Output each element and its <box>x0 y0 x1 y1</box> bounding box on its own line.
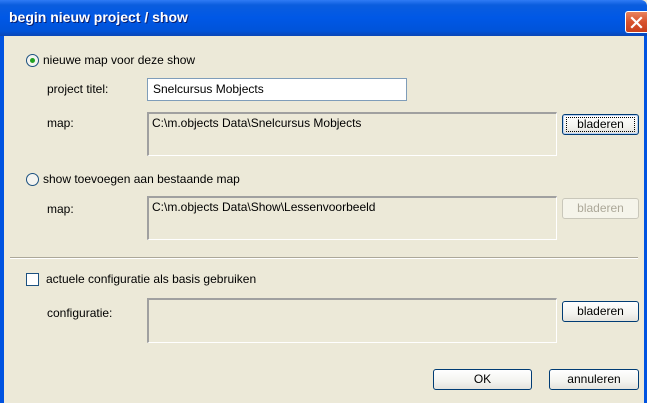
configuration-path <box>147 298 557 343</box>
folder-path-new: C:\m.objects Data\Snelcursus Mobjects <box>147 112 557 156</box>
title-bar[interactable]: begin nieuw project / show <box>0 0 647 36</box>
radio-existing-folder[interactable]: show toevoegen aan bestaande map <box>26 172 240 186</box>
focus-rect <box>566 117 635 132</box>
radio-checked-icon <box>26 53 39 67</box>
folder-label-new: map: <box>47 116 74 130</box>
window-frame-left <box>0 36 4 403</box>
ok-button[interactable]: OK <box>433 369 532 390</box>
separator <box>10 257 638 259</box>
cancel-button[interactable]: annuleren <box>549 369 639 390</box>
folder-path-existing: C:\m.objects Data\Show\Lessenvoorbeeld <box>147 196 557 240</box>
close-button[interactable] <box>625 11 647 33</box>
browse-button-new-folder[interactable]: bladeren <box>562 114 639 135</box>
browse-button-existing-folder[interactable]: bladeren <box>562 198 639 219</box>
radio-new-folder-label: nieuwe map voor deze show <box>43 53 196 67</box>
project-title-input[interactable]: Snelcursus Mobjects <box>147 78 407 101</box>
checkbox-unchecked-icon <box>26 272 39 286</box>
window-title: begin nieuw project / show <box>9 9 188 25</box>
browse-button-configuration[interactable]: bladeren <box>562 301 639 322</box>
checkbox-use-configuration[interactable]: actuele configuratie als basis gebruiken <box>26 272 256 286</box>
project-title-label: project titel: <box>47 82 109 96</box>
radio-unchecked-icon <box>26 172 39 186</box>
radio-existing-folder-label: show toevoegen aan bestaande map <box>43 172 240 186</box>
configuration-label: configuratie: <box>47 306 113 320</box>
dialog-window: begin nieuw project / show nieuwe map vo… <box>0 0 647 403</box>
radio-new-folder[interactable]: nieuwe map voor deze show <box>26 53 195 67</box>
checkbox-use-configuration-label: actuele configuratie als basis gebruiken <box>46 272 257 286</box>
close-icon <box>630 16 643 29</box>
folder-label-existing: map: <box>47 202 74 216</box>
